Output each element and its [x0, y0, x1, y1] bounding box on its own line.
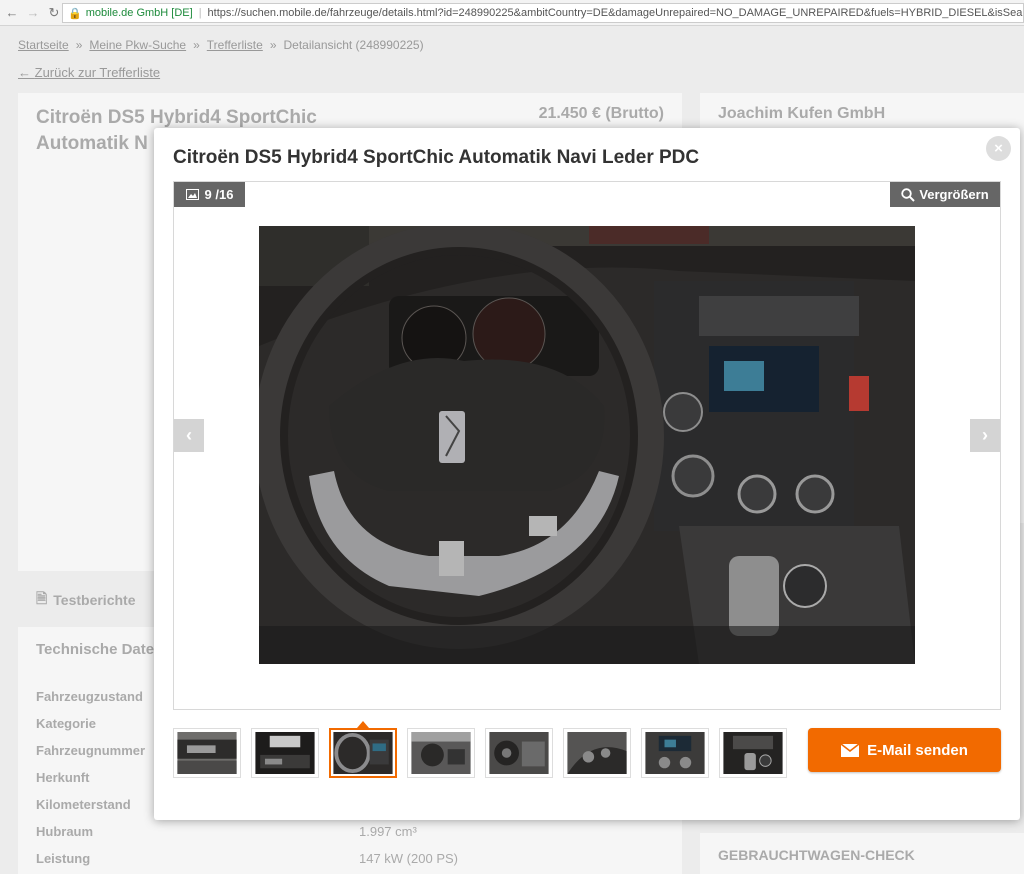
- arrow-right-icon[interactable]: →: [24, 4, 42, 22]
- tech-label: Leistung: [36, 851, 91, 866]
- dealer-name: Joachim Kufen GmbH: [718, 105, 886, 122]
- tech-label: Fahrzeugzustand: [36, 689, 143, 704]
- thumbnail-image: [333, 732, 393, 774]
- envelope-icon: [841, 743, 860, 757]
- technical-data-heading: Technische Date: [36, 641, 155, 658]
- next-image-button[interactable]: ›: [970, 419, 1000, 452]
- thumbnail-image: [645, 732, 705, 774]
- reload-icon[interactable]: ↻: [45, 4, 63, 22]
- image-viewer: 9 /16 Vergrößern ‹ ›: [173, 181, 1001, 710]
- used-car-check-card: GEBRAUCHTWAGEN-CHECK: [700, 833, 1024, 874]
- thumbnail-image: [567, 732, 627, 774]
- address-bar[interactable]: 🔒 mobile.de GmbH [DE] | https://suchen.m…: [62, 3, 1024, 23]
- tech-value: 147 kW (200 PS): [359, 851, 458, 866]
- breadcrumb-item-results[interactable]: Trefferliste: [207, 38, 263, 52]
- thumbnail-image: [177, 732, 237, 774]
- tech-label: Fahrzeugnummer: [36, 743, 146, 758]
- thumbnail[interactable]: [251, 728, 319, 778]
- image-icon: [185, 189, 199, 200]
- thumbnail[interactable]: [485, 728, 553, 778]
- tech-label: Kilometerstand: [36, 797, 131, 812]
- lock-icon: 🔒: [68, 7, 82, 20]
- document-icon: 🗎: [36, 590, 48, 606]
- image-counter: 9 /16: [174, 182, 245, 207]
- breadcrumb-item-search[interactable]: Meine Pkw-Suche: [89, 38, 186, 52]
- url-text: https://suchen.mobile.de/fahrzeuge/detai…: [207, 7, 1023, 19]
- thumbnail[interactable]: [641, 728, 709, 778]
- thumbnail[interactable]: [563, 728, 631, 778]
- tech-label: Hubraum: [36, 824, 94, 839]
- thumbnail-image: [489, 732, 549, 774]
- thumbnail-image: [255, 732, 315, 774]
- zoom-button[interactable]: Vergrößern: [890, 182, 1000, 207]
- thumbnail[interactable]: [173, 728, 241, 778]
- close-button[interactable]: ×: [986, 136, 1011, 161]
- chevron-left-icon: ‹: [186, 425, 192, 445]
- test-reports-link[interactable]: 🗎 Testberichte: [36, 588, 135, 612]
- used-car-check-title: GEBRAUCHTWAGEN-CHECK: [718, 847, 915, 863]
- image-gallery-modal: Citroën DS5 Hybrid4 SportChic Automatik …: [154, 128, 1020, 820]
- back-to-results-link[interactable]: ← Zurück zur Trefferliste: [18, 65, 160, 80]
- browser-toolbar: ← → ↻ 🔒 mobile.de GmbH [DE] | https://su…: [0, 0, 1024, 26]
- arrow-left-icon: ←: [18, 65, 35, 80]
- modal-title: Citroën DS5 Hybrid4 SportChic Automatik …: [173, 147, 700, 168]
- search-icon: [901, 187, 916, 202]
- thumbnail[interactable]: [719, 728, 787, 778]
- thumbnail-image: [723, 732, 783, 774]
- thumbnail-image: [411, 732, 471, 774]
- breadcrumb-current: Detailansicht (248990225): [283, 38, 424, 52]
- thumbnail[interactable]: [407, 728, 475, 778]
- tech-label: Herkunft: [36, 770, 90, 785]
- thumbnail-active[interactable]: [329, 721, 397, 778]
- car-interior-photo: [259, 226, 915, 664]
- tech-value: 1.997 cm³: [359, 824, 417, 839]
- breadcrumb-item-home[interactable]: Startseite: [18, 38, 69, 52]
- arrow-left-icon[interactable]: ←: [3, 4, 21, 22]
- listing-price: 21.450 € (Brutto): [538, 105, 664, 122]
- secure-site-label: mobile.de GmbH [DE]: [85, 7, 193, 19]
- send-email-button[interactable]: E-Mail senden: [808, 728, 1001, 772]
- previous-image-button[interactable]: ‹: [174, 419, 204, 452]
- tech-label: Kategorie: [36, 716, 96, 731]
- breadcrumb: Startseite » Meine Pkw-Suche » Trefferli…: [18, 38, 424, 52]
- close-icon: ×: [994, 140, 1003, 157]
- chevron-right-icon: ›: [982, 425, 988, 445]
